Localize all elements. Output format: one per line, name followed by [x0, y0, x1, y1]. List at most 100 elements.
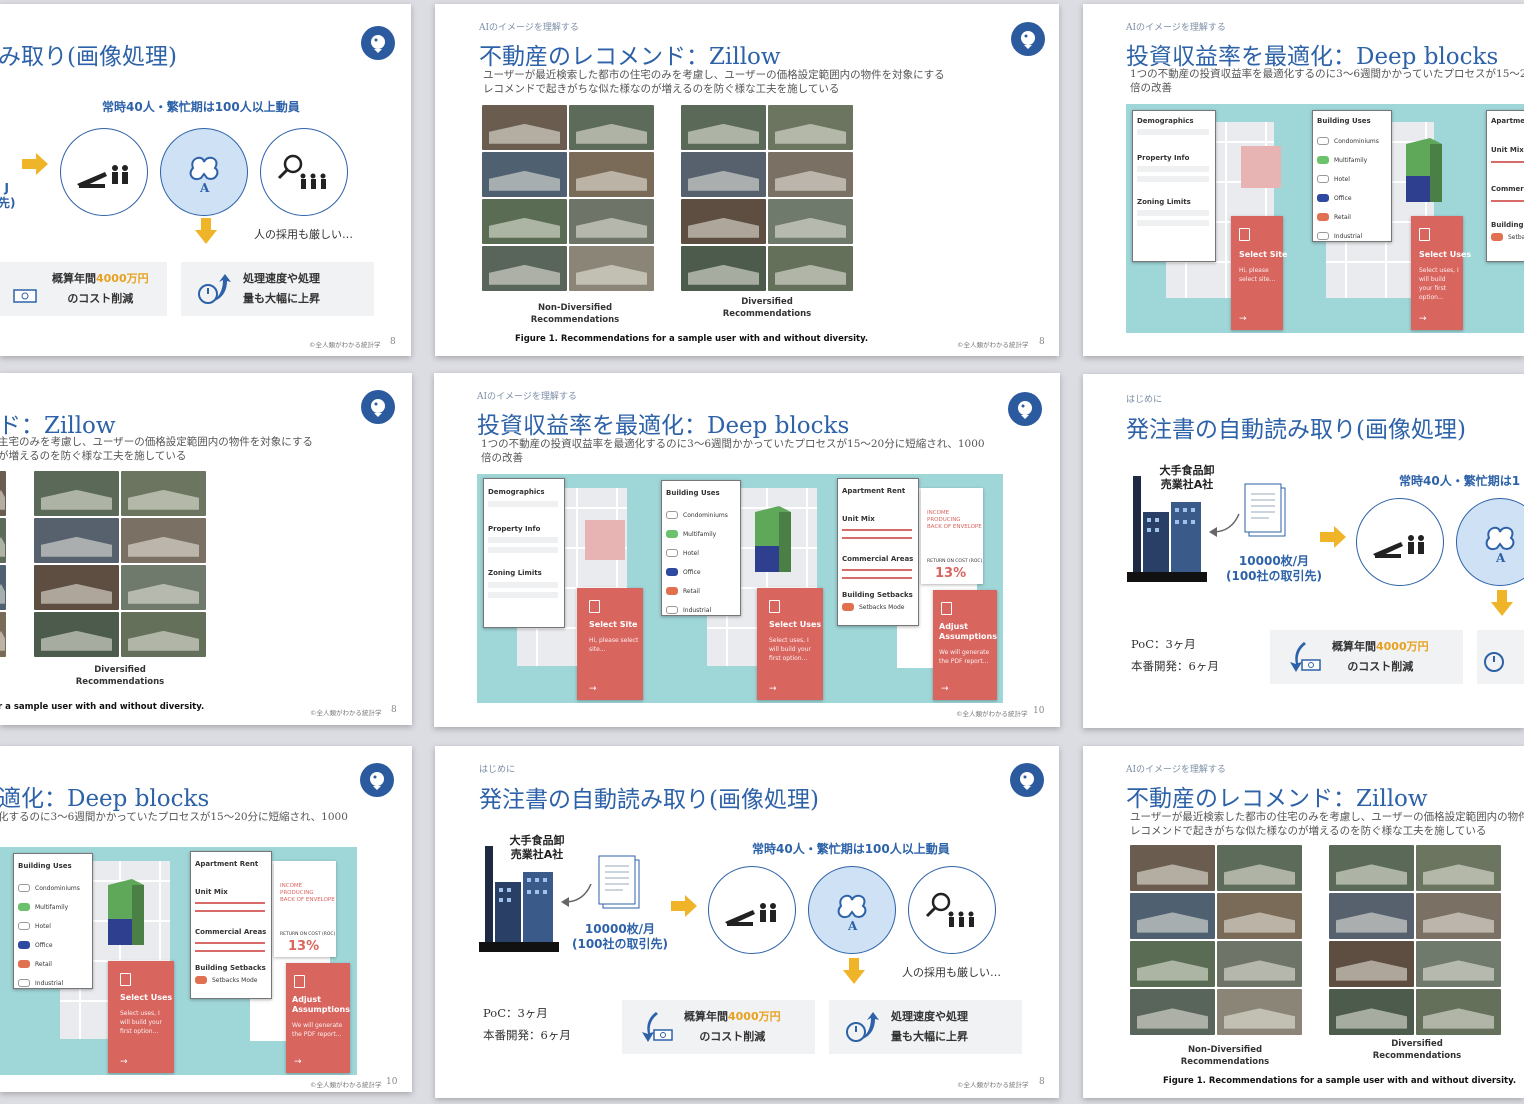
house-photo — [121, 518, 206, 563]
brand-logo-icon — [360, 763, 394, 797]
down-arrow-icon — [843, 958, 865, 984]
house-photo — [482, 105, 567, 150]
slide-zillow-cropped[interactable]: ド：Zillow 主宅のみを考慮し、ユーザーの価格設定範囲内の物件を対象にするが… — [0, 373, 412, 725]
scanner-people-icon — [725, 903, 776, 926]
page-number: 8 — [1039, 337, 1045, 347]
card-select-site[interactable]: Select Site Hi, please select site... → — [1231, 216, 1287, 330]
arrow-right-icon: → — [1239, 314, 1247, 324]
svg-text:A: A — [847, 919, 858, 932]
slide-deepblocks[interactable]: AIのイメージを理解する 投資収益率を最適化：Deep blocks 1つの不動… — [434, 373, 1060, 727]
monthly-count: 10000枚/月 (100社の取引先) — [571, 922, 669, 951]
document-icon — [598, 855, 640, 909]
house-photo — [0, 518, 6, 563]
left-arrow-icon — [561, 883, 592, 907]
slide-order-reading-cropped-right[interactable]: はじめに 発注書の自動読み取り(画像処理) 大手食品卸 売業社A社 10000枚… — [1083, 374, 1524, 728]
hiring-circle — [260, 128, 348, 216]
cost-down-icon — [1290, 642, 1321, 672]
card-select-uses[interactable]: Select Uses Select uses, I will build yo… — [757, 588, 823, 700]
slide-title: 投資収益率を最適化：Deep blocks — [477, 413, 850, 439]
slide-subtitle: 主宅のみを考慮し、ユーザーの価格設定範囲内の物件を対象にする が増えるのを防ぐ様な… — [0, 436, 313, 462]
building-massing — [108, 879, 144, 945]
svg-text:A: A — [1495, 551, 1506, 564]
card-adjust-assumptions[interactable]: Adjust Assumptions We will generate the … — [286, 963, 350, 1073]
card-select-uses[interactable]: Select Uses Select uses, I will build yo… — [108, 961, 174, 1073]
ai-circle: A — [160, 128, 248, 216]
house-photo — [1329, 941, 1414, 987]
slide-subtitle: ユーザーが最近検索した都市の住宅のみを考慮し、ユーザーの価格設定範囲内の物件を対… — [483, 69, 945, 95]
house-photo — [1416, 845, 1501, 891]
house-photo — [1130, 845, 1215, 891]
footer-credit: ©全人類がわかる統計学 — [957, 1081, 1029, 1089]
slide-subtitle: 1つの不動産の投資収益率を最適化するのに3〜6週間かかっていたプロセスが15〜2… — [481, 438, 985, 464]
staff-headline: 常時40人・繁忙期は100人以上動員 — [102, 100, 300, 114]
cost-down-icon — [642, 1012, 673, 1042]
right-arrow-icon — [1320, 526, 1346, 548]
scanner-workers-circle — [60, 128, 148, 216]
slide-title: 不動産のレコメンド：Zillow — [1126, 786, 1428, 812]
card-select-uses[interactable]: Select Uses Select uses, I will build yo… — [1411, 216, 1471, 330]
house-photo — [1329, 989, 1414, 1035]
scanner-people-icon — [1373, 535, 1424, 558]
panel-apartment-rent: Apartment Rent Unit Mix Commercial Areas… — [190, 851, 272, 999]
footer-credit: ©全人類がわかる統計学 — [310, 1081, 382, 1089]
house-photo — [681, 199, 766, 244]
deepblocks-screenshot: Demographics Property Info Zoning Limits… — [1126, 104, 1524, 333]
speed-box: 処理速度や処理 量も大幅に上昇 — [829, 1000, 1022, 1054]
house-photo — [681, 152, 766, 197]
slide-deepblocks-cropped[interactable]: AIのイメージを理解する 投資収益率を最適化：Deep blocks 1つの不動… — [1083, 4, 1524, 356]
diversified-photo-grid — [34, 471, 206, 657]
house-photo — [1217, 989, 1302, 1035]
house-photo — [1217, 941, 1302, 987]
card-adjust-assumptions[interactable]: Adjust Assumptions We will generate the … — [933, 590, 997, 700]
schedule: PoC：3ヶ月 本番開発：6ヶ月 — [1131, 637, 1219, 673]
caption-diversified: Diversified Recommendations — [1372, 1039, 1462, 1061]
house-photo — [0, 612, 6, 657]
figure-caption: r a sample user with and without diversi… — [0, 702, 205, 712]
slide-subtitle: ユーザーが最近検索した都市の住宅のみを考慮し、ユーザーの価格設定範囲内の物件を対… — [1130, 811, 1524, 837]
breadcrumb: AIのイメージを理解する — [479, 23, 579, 33]
non-diversified-photo-grid — [482, 105, 654, 291]
slide-deepblocks-cropped-left[interactable]: 適化：Deep blocks 化するのに3〜6週間かかっていたプロセスが15〜2… — [0, 746, 412, 1092]
slide-title: 発注書の自動読み取り(画像処理) — [479, 787, 819, 813]
count-fragment: J 先) — [0, 181, 16, 210]
slide-order-reading-cropped[interactable]: み取り(画像処理) 常時40人・繁忙期は100人以上動員 J 先) A 人の採用も… — [0, 4, 411, 356]
roc-report: INCOME PRODUCING BACK OF ENVELOPE RETURN… — [274, 861, 336, 957]
page-number: 8 — [390, 337, 396, 347]
house-photo — [1416, 893, 1501, 939]
slide-order-reading[interactable]: はじめに 発注書の自動読み取り(画像処理) 大手食品卸 売業社A社 10000枚… — [435, 746, 1059, 1098]
slide-zillow-cropped-right[interactable]: AIのイメージを理解する 不動産のレコメンド：Zillow ユーザーが最近検索し… — [1083, 746, 1524, 1098]
house-photo — [34, 518, 119, 563]
slide-zillow[interactable]: AIのイメージを理解する 不動産のレコメンド：Zillow ユーザーが最近検索し… — [435, 4, 1059, 356]
caption-non-diversified: Non-Diversified Recommendations — [1180, 1045, 1270, 1067]
speed-box: 処理速度や処理 量も大幅に上昇 — [181, 262, 374, 316]
right-arrow-icon — [22, 153, 48, 175]
panel-site-info: Demographics Property Info Zoning Limits — [483, 478, 565, 628]
house-photo — [0, 471, 6, 516]
card-select-site[interactable]: Select Site Hi, please select site... → — [577, 588, 643, 700]
brain-icon: A — [1485, 526, 1515, 564]
house-photo — [768, 152, 853, 197]
breadcrumb: AIのイメージを理解する — [1126, 765, 1226, 775]
page-number: 8 — [1039, 1077, 1045, 1087]
panel-building-uses: Building Uses Condominiums Multifamily H… — [1312, 110, 1392, 242]
panel-building-uses: Building Uses Condominiums Multifamily H… — [13, 853, 93, 989]
figure-caption: Figure 1. Recommendations for a sample u… — [515, 334, 869, 344]
caption-diversified: Diversified Recommendations — [722, 297, 812, 319]
diversified-photo-grid — [681, 105, 853, 291]
house-photo — [1130, 893, 1215, 939]
panel-apartment-rent: Apartment Rent Unit Mix Commercial Areas… — [837, 478, 919, 626]
house-photo — [1130, 941, 1215, 987]
house-photo — [1329, 893, 1414, 939]
arrow-right-icon: → — [941, 684, 949, 694]
staff-headline: 常時40人・繁忙期は1 — [1399, 474, 1521, 488]
monthly-count: 10000枚/月 (100社の取引先) — [1225, 554, 1323, 583]
document-icon — [1244, 483, 1286, 537]
brand-logo-icon — [1010, 763, 1044, 797]
page-number: 10 — [1033, 706, 1045, 716]
slide-title: 発注書の自動読み取り(画像処理) — [1126, 417, 1466, 443]
brain-icon: A — [837, 894, 867, 932]
brand-logo-icon — [361, 26, 395, 60]
hiring-circle — [908, 866, 996, 954]
house-photo — [121, 565, 206, 610]
scanner-people-icon — [77, 165, 128, 188]
